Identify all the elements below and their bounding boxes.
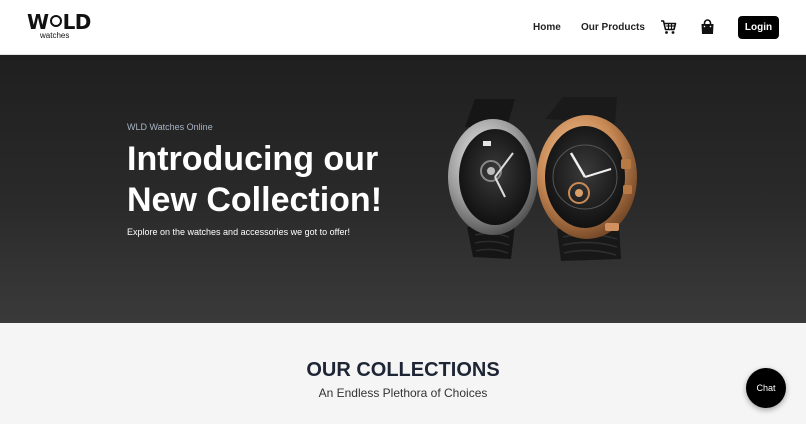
collections-subtitle: An Endless Plethora of Choices (318, 386, 488, 400)
nav-products-link[interactable]: Our Products (581, 21, 645, 35)
chat-button[interactable]: Chat (746, 368, 786, 408)
hero-kicker: WLD Watches Online (127, 122, 213, 132)
brand-logo[interactable]: W LD watches (27, 11, 91, 41)
nav-home-link[interactable]: Home (533, 21, 561, 35)
navbar: W LD watches Home Our Products Login (0, 0, 806, 55)
hero-subtitle: Explore on the watches and accessories w… (127, 227, 350, 237)
collections-section: OUR COLLECTIONS An Endless Plethora of C… (0, 323, 806, 424)
login-button[interactable]: Login (738, 16, 779, 39)
shopping-bag-icon[interactable] (700, 19, 715, 35)
logo-wordmark: W LD (27, 10, 91, 34)
watch-ring-icon (49, 15, 62, 27)
hero-banner: WLD Watches Online Introducing our New C… (0, 55, 806, 323)
collections-title: OUR COLLECTIONS (306, 359, 500, 381)
cart-icon[interactable] (660, 19, 677, 35)
hero-title-line-1: Introducing our (127, 140, 379, 178)
hero-title: Introducing our New Collection! (127, 139, 382, 221)
logo-subtitle: watches (40, 31, 70, 40)
hero-title-line-2: New Collection! (127, 181, 383, 219)
hero-watches-image (448, 97, 637, 261)
